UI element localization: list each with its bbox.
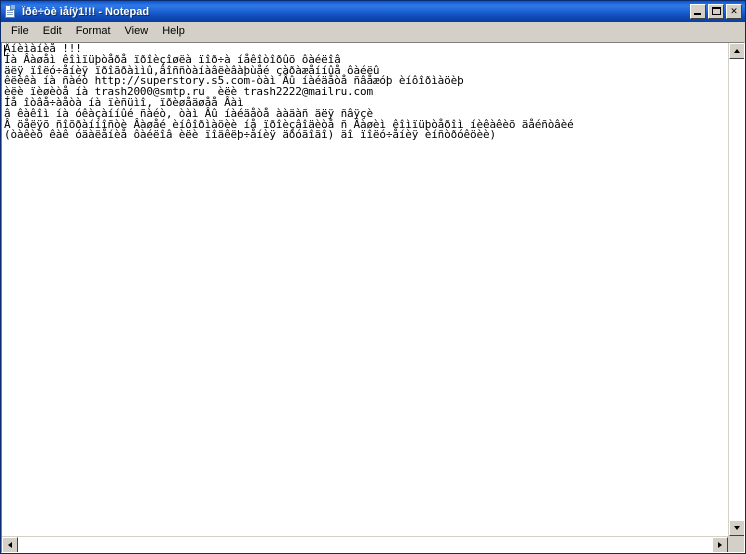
menu-item-help[interactable]: Help — [155, 23, 192, 40]
title-bar[interactable]: Ïðè÷òè ìåíÿ1!!! - Notepad ✕ — [1, 1, 745, 22]
scroll-left-arrow[interactable] — [2, 537, 18, 552]
horizontal-scroll-track[interactable] — [18, 537, 712, 552]
vertical-scrollbar[interactable] — [728, 43, 744, 536]
horizontal-scrollbar[interactable] — [2, 536, 744, 552]
close-button[interactable]: ✕ — [726, 4, 742, 19]
menu-item-view[interactable]: View — [118, 23, 156, 40]
text-line: (òàêèõ êàê óäàëåíèå ôàéëîâ èëè ïîäêëþ÷åí… — [4, 128, 496, 142]
window-title: Ïðè÷òè ìåíÿ1!!! - Notepad — [22, 5, 150, 18]
menu-item-file[interactable]: File — [4, 23, 36, 40]
editor-frame: Âíèìàíèå !!! Íà Âàøåì êîìïüþòåðå ïðîèçîø… — [1, 42, 745, 553]
minimize-button[interactable] — [690, 4, 706, 19]
client-area: Âíèìàíèå !!! Íà Âàøåì êîìïüþòåðå ïðîèçîø… — [1, 42, 745, 553]
scroll-up-arrow[interactable] — [729, 43, 744, 59]
close-icon: ✕ — [730, 6, 738, 16]
menu-bar: File Edit Format View Help — [1, 22, 745, 42]
vertical-scroll-track[interactable] — [729, 59, 744, 520]
text-caret — [4, 45, 5, 56]
notepad-application-window: Ïðè÷òè ìåíÿ1!!! - Notepad ✕ File Edit Fo… — [0, 0, 746, 554]
scrollbar-corner — [728, 537, 744, 552]
scroll-right-arrow[interactable] — [712, 537, 728, 552]
window-frame: Ïðè÷òè ìåíÿ1!!! - Notepad ✕ File Edit Fo… — [0, 0, 746, 554]
menu-item-edit[interactable]: Edit — [36, 23, 69, 40]
scroll-down-arrow[interactable] — [729, 520, 744, 536]
maximize-button[interactable] — [708, 4, 724, 19]
menu-item-format[interactable]: Format — [69, 23, 118, 40]
window-controls: ✕ — [690, 4, 742, 19]
text-editor[interactable]: Âíèìàíèå !!! Íà Âàøåì êîìïüþòåðå ïðîèçîø… — [2, 43, 728, 536]
notepad-document-icon — [4, 4, 18, 19]
